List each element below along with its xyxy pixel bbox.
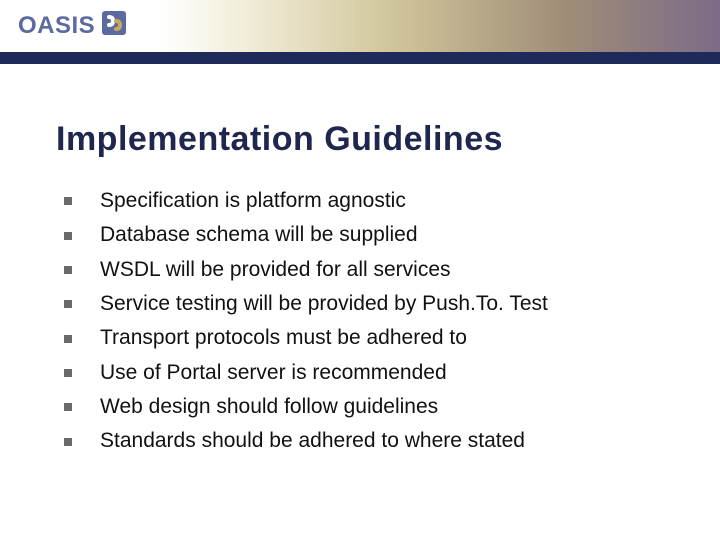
bullet-icon: [64, 335, 72, 343]
bullet-text: Specification is platform agnostic: [100, 187, 406, 215]
bullet-text: Use of Portal server is recommended: [100, 359, 447, 387]
slide-content: Implementation Guidelines Specification …: [0, 64, 720, 456]
bullet-icon: [64, 438, 72, 446]
bullet-icon: [64, 403, 72, 411]
list-item: Web design should follow guidelines: [64, 393, 680, 421]
bullet-text: Database schema will be supplied: [100, 221, 418, 249]
list-item: Database schema will be supplied: [64, 221, 680, 249]
bullet-text: Web design should follow guidelines: [100, 393, 438, 421]
bullet-text: Transport protocols must be adhered to: [100, 324, 467, 352]
bullet-icon: [64, 266, 72, 274]
bullet-icon: [64, 197, 72, 205]
bullet-list: Specification is platform agnostic Datab…: [56, 187, 680, 456]
bullet-text: Service testing will be provided by Push…: [100, 290, 548, 318]
bullet-icon: [64, 369, 72, 377]
slide-title: Implementation Guidelines: [56, 120, 680, 159]
slide-header: OASIS: [0, 0, 720, 64]
list-item: Use of Portal server is recommended: [64, 359, 680, 387]
logo-text: OASIS: [18, 12, 95, 40]
bullet-text: WSDL will be provided for all services: [100, 256, 451, 284]
bullet-icon: [64, 232, 72, 240]
list-item: WSDL will be provided for all services: [64, 256, 680, 284]
logo: OASIS: [18, 10, 127, 41]
list-item: Specification is platform agnostic: [64, 187, 680, 215]
list-item: Service testing will be provided by Push…: [64, 290, 680, 318]
bullet-icon: [64, 300, 72, 308]
logo-mark-icon: [101, 10, 127, 41]
list-item: Standards should be adhered to where sta…: [64, 427, 680, 455]
bullet-text: Standards should be adhered to where sta…: [100, 427, 525, 455]
header-bar: [0, 52, 720, 64]
list-item: Transport protocols must be adhered to: [64, 324, 680, 352]
